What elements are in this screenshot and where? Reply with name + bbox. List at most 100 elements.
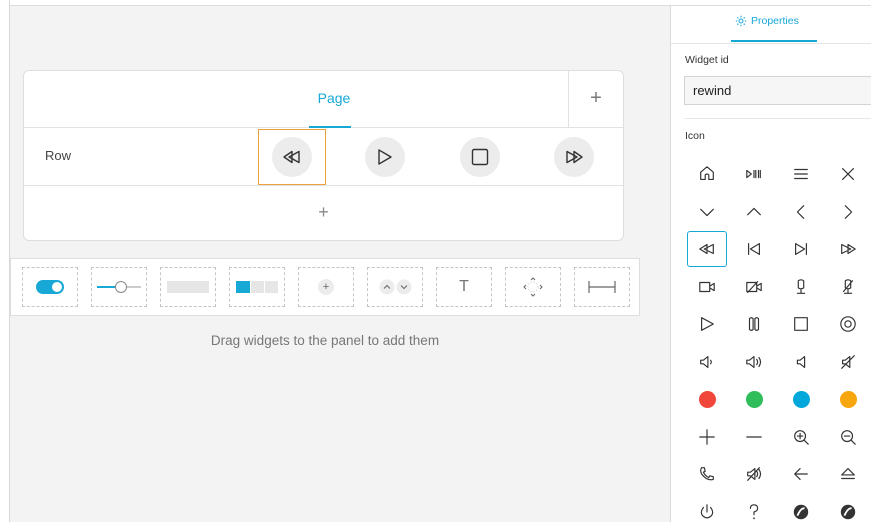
palette-button[interactable] xyxy=(160,267,216,307)
icon-option-close[interactable] xyxy=(828,156,868,192)
stop-icon xyxy=(471,148,489,166)
phone-icon xyxy=(700,467,714,481)
icon-option-play-pause[interactable] xyxy=(734,156,774,192)
panel-header: Page + xyxy=(24,71,623,128)
icon-option-camera[interactable] xyxy=(687,269,727,305)
icon-label: Icon xyxy=(685,130,705,142)
tab-properties-label: Properties xyxy=(751,15,799,27)
add-page-button[interactable]: + xyxy=(568,71,623,128)
palette-slider[interactable] xyxy=(91,267,147,307)
rewind-icon xyxy=(283,150,300,164)
icon-option-blank-2[interactable] xyxy=(828,494,868,522)
icon-option-fast-forward[interactable] xyxy=(828,231,868,267)
eject-icon xyxy=(841,468,855,480)
blank-2-icon xyxy=(840,504,856,519)
icon-option-play[interactable] xyxy=(687,306,727,342)
fast-forward-button[interactable] xyxy=(554,137,594,177)
icon-option-orange[interactable] xyxy=(828,381,868,417)
previous-icon xyxy=(748,243,760,255)
palette-text[interactable]: T xyxy=(436,267,492,307)
tab-page[interactable]: Page xyxy=(289,71,379,128)
icon-option-chevron-up[interactable] xyxy=(734,194,774,230)
icon-option-power[interactable] xyxy=(687,494,727,522)
gear-icon xyxy=(735,15,747,27)
icon-option-record[interactable] xyxy=(828,306,868,342)
play-pause-icon xyxy=(746,169,761,179)
directional-pad-icon xyxy=(523,277,543,297)
icon-option-chevron-left[interactable] xyxy=(781,194,821,230)
icon-option-arrow-left[interactable] xyxy=(781,456,821,492)
icon-option-home[interactable] xyxy=(687,156,727,192)
properties-sidebar: Properties Widget id rewind Icon xyxy=(670,6,871,522)
widget-id-field[interactable]: rewind xyxy=(684,76,871,105)
chevron-right-icon xyxy=(844,204,853,219)
spinner-icon: + xyxy=(318,279,334,295)
zoom-in-icon xyxy=(794,429,809,445)
sidebar-divider xyxy=(671,43,871,44)
icon-option-blue[interactable] xyxy=(781,381,821,417)
icon-option-camera-off[interactable] xyxy=(734,269,774,305)
play-icon xyxy=(378,149,392,165)
camera-icon xyxy=(699,281,715,292)
stop-button[interactable] xyxy=(460,137,500,177)
palette-toggle[interactable] xyxy=(22,267,78,307)
icon-option-previous[interactable] xyxy=(734,231,774,267)
icon-option-mic[interactable] xyxy=(781,269,821,305)
panel-row: Row xyxy=(24,128,623,186)
icon-option-volume-high[interactable] xyxy=(734,344,774,380)
left-border xyxy=(0,0,10,522)
icon-option-list[interactable] xyxy=(781,156,821,192)
camera-off-icon xyxy=(746,280,762,293)
home-icon xyxy=(700,166,714,180)
icon-option-phone[interactable] xyxy=(687,456,727,492)
panel-editor: Page + Row + xyxy=(23,70,624,241)
icon-option-chevron-right[interactable] xyxy=(828,194,868,230)
play-button[interactable] xyxy=(365,137,405,177)
icon-option-mic-off[interactable] xyxy=(828,269,868,305)
widget-id-label: Widget id xyxy=(685,54,729,66)
icon-option-minus[interactable] xyxy=(734,419,774,455)
plus-icon xyxy=(699,428,715,445)
icon-option-blank[interactable] xyxy=(781,494,821,522)
icon-option-red[interactable] xyxy=(687,381,727,417)
icon-option-plus[interactable] xyxy=(687,419,727,455)
icon-option-rewind[interactable] xyxy=(687,231,727,267)
up-down-spinner-icon xyxy=(379,279,412,295)
button-preview-icon xyxy=(167,281,209,293)
icon-option-eject[interactable] xyxy=(828,456,868,492)
icon-option-mute[interactable] xyxy=(828,344,868,380)
icon-option-zoom-out[interactable] xyxy=(828,419,868,455)
palette-spacer[interactable] xyxy=(574,267,630,307)
palette-direction-spinner[interactable] xyxy=(367,267,423,307)
tab-properties[interactable]: Properties xyxy=(735,15,799,27)
icon-option-green[interactable] xyxy=(734,381,774,417)
icon-option-speaker[interactable] xyxy=(734,456,774,492)
next-icon xyxy=(795,243,807,255)
rewind-button[interactable] xyxy=(272,137,312,177)
icon-option-next[interactable] xyxy=(781,231,821,267)
icon-option-volume-min[interactable] xyxy=(781,344,821,380)
palette-spinner[interactable]: + xyxy=(298,267,354,307)
icon-option-chevron-down[interactable] xyxy=(687,194,727,230)
icon-option-pause[interactable] xyxy=(734,306,774,342)
chevron-up-icon xyxy=(747,207,761,215)
icon-option-volume-low[interactable] xyxy=(687,344,727,380)
toggle-icon xyxy=(36,280,64,294)
text-icon: T xyxy=(459,278,469,295)
mic-icon xyxy=(796,278,806,294)
chevron-down-icon xyxy=(700,208,714,216)
icon-option-zoom-in[interactable] xyxy=(781,419,821,455)
row-label: Row xyxy=(45,148,72,163)
blue-dot-icon xyxy=(792,390,810,408)
icon-option-stop[interactable] xyxy=(781,306,821,342)
palette-directional-pad[interactable] xyxy=(505,267,561,307)
red-dot-icon xyxy=(698,390,716,408)
icon-option-help[interactable] xyxy=(734,494,774,522)
sidebar-divider-2 xyxy=(684,118,871,119)
volume-low-icon xyxy=(700,355,712,368)
arrow-left-icon xyxy=(794,468,808,480)
palette-group-button[interactable] xyxy=(229,267,285,307)
add-row-button[interactable]: + xyxy=(24,186,623,240)
chevron-left-icon xyxy=(796,204,805,219)
list-icon xyxy=(794,168,808,180)
